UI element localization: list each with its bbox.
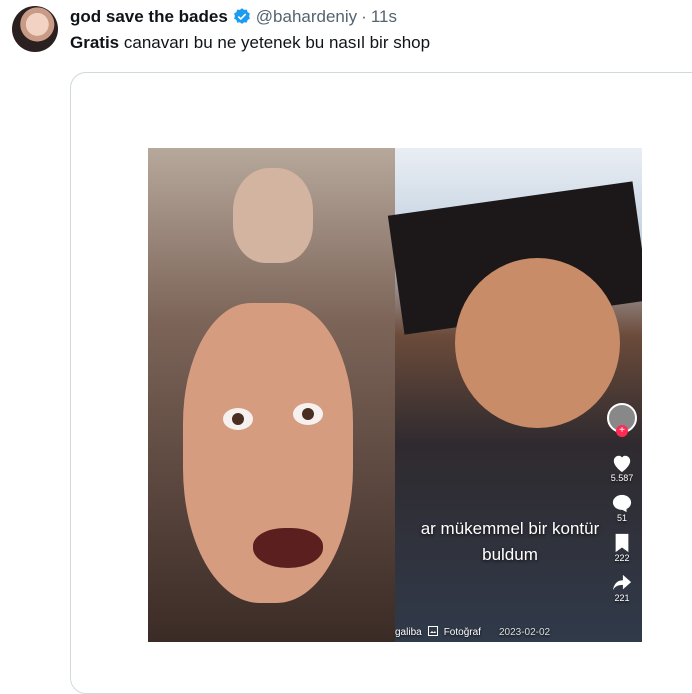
left-photo (148, 148, 395, 642)
background-face (233, 168, 313, 263)
comment-icon[interactable] (611, 493, 633, 513)
like-count: 5.587 (610, 473, 634, 483)
tweet-media[interactable]: ar mükemmel bir kontür buldum + 5.587 51… (148, 148, 642, 642)
separator-dot: · (361, 7, 367, 26)
display-name[interactable]: god save the bades (70, 7, 228, 27)
heart-icon[interactable] (611, 453, 633, 473)
share-count: 221 (614, 593, 630, 603)
post-date: 2023-02-02 (498, 626, 551, 638)
comment-count: 51 (616, 513, 627, 523)
caption-line-2: buldum (482, 545, 538, 564)
video-caption: ar mükemmel bir kontür buldum (395, 516, 625, 568)
photo-label: Fotoğraf (443, 626, 481, 638)
share-icon[interactable] (611, 573, 633, 593)
follow-plus-icon[interactable]: + (616, 425, 628, 437)
eye (223, 408, 253, 430)
tiktok-actions: + 5.587 51 222 221 (606, 403, 638, 613)
avatar[interactable] (12, 6, 58, 52)
caption-line-1: ar mükemmel bir kontür (420, 519, 600, 538)
shocked-face (183, 303, 353, 603)
tweet-text-bold: Gratis (70, 33, 120, 52)
tweet-text-rest: canavarı bu ne yetenek bu nasıl bir shop (119, 33, 431, 52)
save-count: 222 (614, 553, 630, 563)
bookmark-icon[interactable] (611, 533, 633, 553)
creator-avatar[interactable]: + (607, 403, 637, 437)
video-footer: galiba Fotoğraf 2023-02-02 (395, 623, 642, 641)
creator-name: galiba (395, 626, 422, 638)
handle[interactable]: @bahardeniy (256, 7, 357, 27)
photo-icon (427, 625, 438, 639)
open-mouth (253, 528, 323, 568)
tweet-header: god save the bades @bahardeniy · 11s (70, 6, 684, 28)
freckled-face (455, 258, 620, 428)
eye (293, 403, 323, 425)
timestamp[interactable]: 11s (371, 7, 397, 27)
tweet-text: Gratis canavarı bu ne yetenek bu nasıl b… (70, 33, 430, 53)
verified-badge-icon (232, 7, 252, 27)
